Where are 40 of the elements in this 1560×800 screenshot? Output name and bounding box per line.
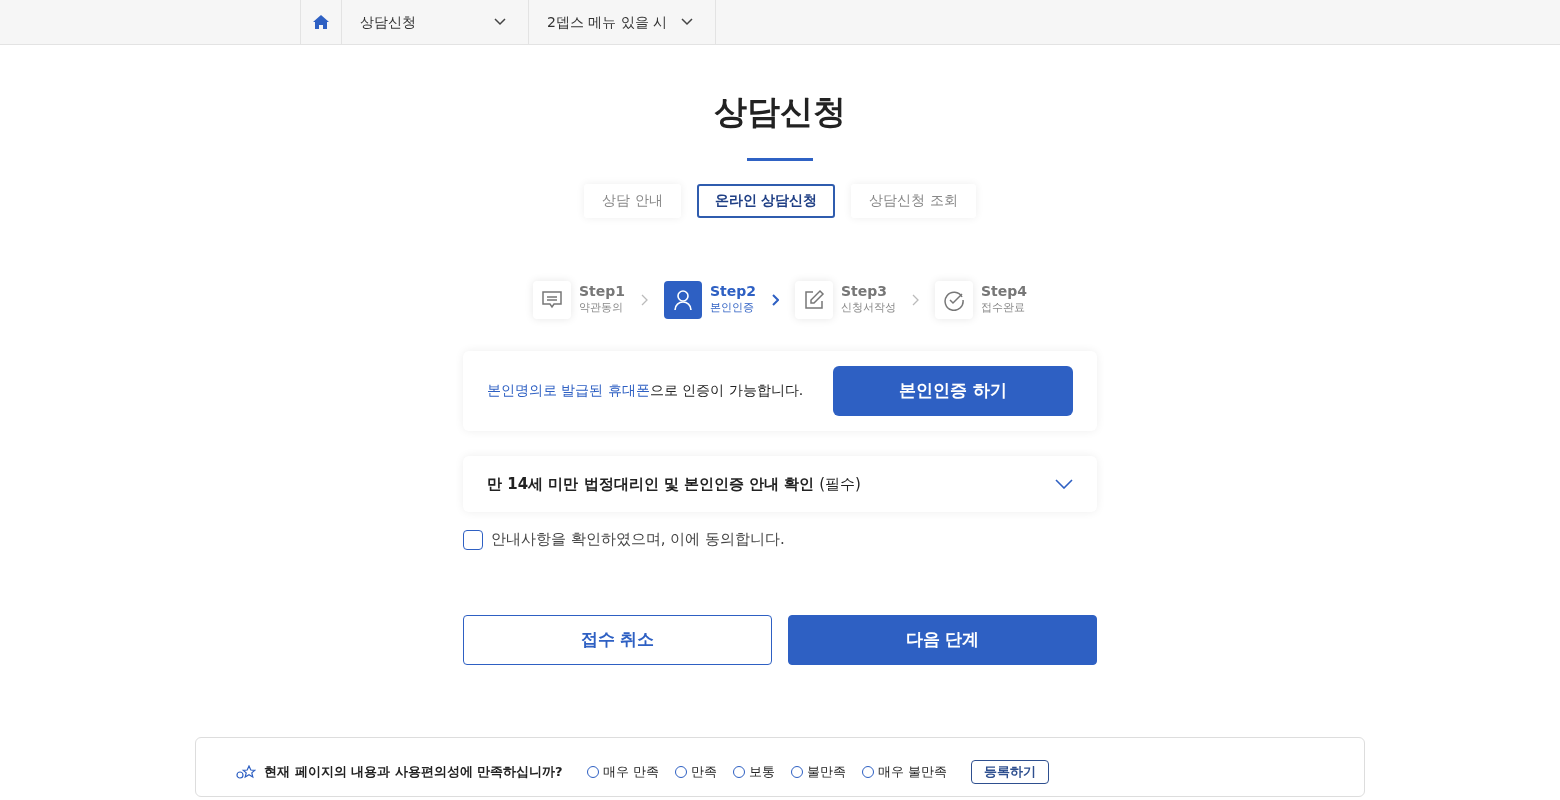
feedback-question: 현재 페이지의 내용과 사용편의성에 만족하십니까? (264, 763, 563, 782)
tab[interactable]: 상담 안내 (584, 183, 681, 218)
tab[interactable]: 상담신청 조회 (851, 183, 976, 218)
home-icon (313, 15, 329, 29)
auth-instruction: 본인명의로 발급된 휴대폰으로 인증이 가능합니다. (487, 381, 804, 401)
step-name: 본인인증 (709, 300, 755, 317)
chevron-right-icon (772, 293, 779, 306)
tab[interactable]: 온라인 상담신청 (696, 183, 836, 218)
person-icon (672, 288, 693, 311)
submit-button[interactable]: 등록하기 (970, 760, 1049, 784)
checkbox[interactable] (463, 529, 483, 550)
pencil-square-icon (803, 288, 825, 311)
accordion-header[interactable]: 만 14세 미만 법정대리인 및 본인인증 안내 확인 (필수) (463, 455, 1097, 513)
menu-dropdown[interactable]: 상담신청 (342, 0, 529, 44)
verify-identity-button[interactable]: 본인인증 하기 (833, 365, 1073, 416)
radio-option[interactable]: 불만족 (790, 762, 846, 782)
step-name: 접수완료 (981, 300, 1026, 317)
accordion-title: 만 14세 미만 법정대리인 및 본인인증 안내 확인 (필수) (487, 473, 861, 495)
radio-option[interactable]: 만족 (674, 762, 717, 782)
next-step-button[interactable]: 다음 단계 (788, 614, 1097, 665)
radio-option[interactable]: 보통 (732, 762, 775, 782)
chevron-down-icon (681, 18, 693, 26)
step-label: Step4 (981, 283, 1028, 301)
radio-option[interactable]: 매우 만족 (586, 762, 659, 782)
page-title: 상담신청 (714, 91, 846, 133)
chevron-right-icon (640, 293, 648, 306)
star-icon (236, 764, 256, 779)
chevron-down-icon (494, 18, 506, 26)
speech-bubble-icon (540, 289, 563, 310)
menu-dropdown[interactable]: 2뎁스 메뉴 있을 시 (529, 0, 716, 44)
title-underline (747, 157, 813, 161)
step-label: Step2 (709, 283, 756, 301)
agree-label: 안내사항을 확인하였으며, 이에 동의합니다. (491, 529, 785, 551)
step-name: 신청서작성 (841, 300, 896, 317)
step-name: 약관동의 (578, 300, 624, 317)
step-label: Step3 (841, 283, 889, 301)
step-label: Step1 (578, 283, 625, 301)
cancel-button[interactable]: 접수 취소 (463, 614, 772, 665)
radio-option[interactable]: 매우 불만족 (861, 762, 947, 782)
chevron-right-icon (912, 293, 919, 306)
